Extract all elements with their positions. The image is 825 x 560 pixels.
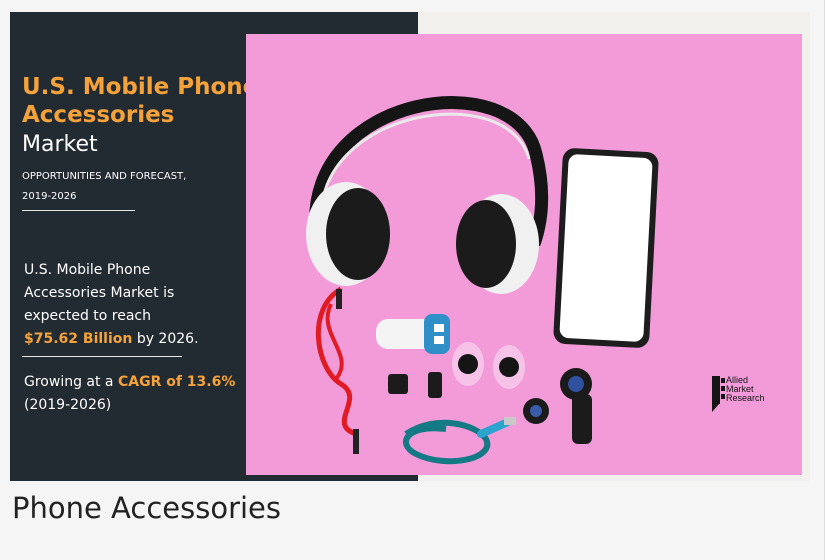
subtitle-line-1: OPPORTUNITIES AND FORECAST, [22, 171, 187, 182]
usb-c-adapter-icon [428, 372, 442, 398]
logo-word-3: Research [726, 393, 765, 403]
forecast-line-4: $75.62 Billion by 2026. [24, 328, 224, 351]
cagr-value: CAGR of 13.6% [117, 374, 236, 390]
subtitle-line-2: 2019-2026 [22, 191, 77, 202]
divider-top [22, 210, 135, 211]
allied-market-research-logo: Allied Market Research [712, 375, 765, 412]
forecast-tail: by 2026. [136, 331, 199, 347]
otg-adapter-icon [388, 374, 408, 394]
article-card: U.S. Mobile Phone Accessories Market OPP… [0, 0, 825, 560]
image-caption[interactable]: Phone Accessories [12, 488, 281, 528]
usb-cable-icon [403, 419, 491, 465]
market-value: $75.62 Billion [24, 331, 133, 347]
car-charger-cap [424, 314, 450, 354]
market-infographic-image[interactable]: U.S. Mobile Phone Accessories Market OPP… [10, 12, 810, 481]
title-line-2: Accessories [22, 102, 175, 128]
growth-prefix: Growing at a [24, 374, 114, 390]
right-earcup-cushion [456, 200, 516, 288]
aux-plug [353, 429, 359, 454]
growth-period: (2019-2026) [24, 397, 112, 413]
title-line-3: Market [22, 132, 98, 157]
lens-right-icon [499, 357, 519, 377]
forecast-text: U.S. Mobile Phone Accessories Market is … [24, 259, 224, 351]
divider-bottom [22, 356, 182, 357]
forecast-line-1: U.S. Mobile Phone [24, 262, 151, 278]
subtitle: OPPORTUNITIES AND FORECAST, 2019-2026 [22, 167, 242, 207]
growth-line-1: Growing at a CAGR of 13.6% [24, 371, 254, 394]
title-line-1: U.S. Mobile Phone [22, 74, 259, 100]
forecast-line-2: Accessories Market is [24, 285, 175, 301]
lens-left-icon [458, 354, 478, 374]
accessories-photo: Allied Market Research [246, 34, 802, 475]
smartphone-screen [559, 154, 653, 342]
left-earcup-cushion [326, 188, 390, 280]
forecast-line-3: expected to reach [24, 308, 152, 324]
aux-cable-icon [316, 286, 357, 437]
growth-text: Growing at a CAGR of 13.6% (2019-2026) [24, 371, 254, 417]
